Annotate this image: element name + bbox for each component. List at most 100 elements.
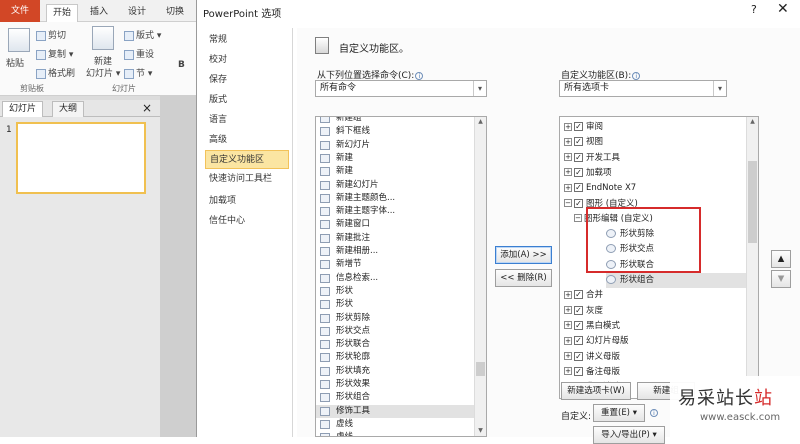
ribbon-tree-item[interactable]: − 图形编辑 (自定义) [574, 212, 746, 227]
tab-insert[interactable]: 插入 [86, 4, 112, 22]
tab-outline[interactable]: 大纲 [52, 101, 85, 117]
expand-icon[interactable]: + [564, 137, 572, 146]
remove-button[interactable]: << 删除(R) [495, 269, 552, 287]
checkbox[interactable]: ✓ [574, 290, 583, 300]
tab-design[interactable]: 设计 [124, 4, 150, 22]
paste-icon[interactable] [8, 28, 30, 52]
expand-icon[interactable]: + [564, 336, 572, 345]
new-slide-icon[interactable] [92, 26, 114, 50]
command-item[interactable]: 新建相册... [316, 245, 486, 258]
reset-button[interactable]: 重设 [124, 47, 154, 60]
command-item[interactable]: 新建 [316, 165, 486, 178]
command-item[interactable]: 信息检索... [316, 272, 486, 285]
checkbox[interactable]: ✓ [574, 183, 583, 193]
collapse-icon[interactable]: − [574, 214, 582, 223]
ribbon-tree-item[interactable]: + ✓ 讲义母版 [564, 350, 746, 365]
ribbon-tree-item[interactable]: 形状联合 [606, 258, 746, 273]
commands-list[interactable]: 新建组斜下框线新幻灯片新建新建新建幻灯片▸新建主题颜色...新建主题字体...新… [315, 116, 487, 437]
command-item[interactable]: 修饰工具▸ [316, 404, 486, 418]
scroll-up-icon[interactable]: ▲ [747, 117, 758, 127]
command-item[interactable]: 形状组合 [316, 391, 486, 404]
checkbox[interactable]: ✓ [574, 366, 583, 376]
nav-trust-center[interactable]: 信任中心 [205, 212, 289, 231]
command-item[interactable]: 新建窗口 [316, 218, 486, 231]
slide-thumbnail[interactable] [16, 122, 146, 194]
tab-file[interactable]: 文件 [0, 0, 40, 22]
chevron-down-icon[interactable]: ▾ [473, 81, 486, 96]
command-item[interactable]: 新建主题字体... [316, 205, 486, 218]
nav-general[interactable]: 常规 [205, 31, 289, 50]
customize-ribbon-select[interactable]: 所有选项卡 ▾ [559, 80, 727, 97]
help-icon[interactable]: ? [751, 3, 757, 16]
command-item[interactable]: 新建主题颜色... [316, 192, 486, 205]
command-item[interactable]: 形状填充▸ [316, 365, 486, 378]
nav-layout[interactable]: 版式 [205, 91, 289, 110]
ribbon-tree-item[interactable]: + ✓ 幻灯片母版 [564, 334, 746, 349]
command-item[interactable]: 形状联合 [316, 338, 486, 351]
checkbox[interactable]: ✓ [574, 320, 583, 330]
command-item[interactable]: 新建批注 [316, 232, 486, 245]
checkbox[interactable]: ✓ [574, 152, 583, 162]
expand-icon[interactable]: + [564, 321, 572, 330]
tab-slides[interactable]: 幻灯片 [2, 101, 44, 117]
expand-icon[interactable]: + [564, 367, 572, 376]
checkbox[interactable]: ✓ [574, 137, 583, 147]
new-slide-label-2[interactable]: 幻灯片 ▾ [86, 66, 120, 79]
chevron-down-icon[interactable]: ▾ [713, 81, 726, 96]
nav-quick-access-toolbar[interactable]: 快速访问工具栏 [205, 170, 289, 189]
command-item[interactable]: 形状▸ [316, 298, 486, 311]
expand-icon[interactable]: + [564, 352, 572, 360]
ribbon-tree-item[interactable]: + ✓ 合并 [564, 288, 746, 303]
ribbon-tree-item[interactable]: − ✓ 图形 (自定义) [564, 197, 746, 212]
bold-button[interactable]: B [178, 60, 185, 70]
section-button[interactable]: 节 ▾ [124, 66, 152, 79]
expand-icon[interactable]: + [564, 153, 572, 162]
scroll-thumb[interactable] [748, 161, 757, 243]
ribbon-tree-item[interactable]: + ✓ 视图 [564, 135, 746, 150]
tab-home[interactable]: 开始 [46, 4, 79, 22]
command-item[interactable]: 形状剪除 [316, 312, 486, 325]
command-item[interactable]: 新建组 [316, 117, 486, 125]
command-item[interactable]: 新增节 [316, 258, 486, 271]
ribbon-tree-item[interactable]: 形状剪除 [606, 227, 746, 242]
nav-customize-ribbon[interactable]: 自定义功能区 [205, 150, 289, 169]
command-item[interactable]: 形状交点 [316, 325, 486, 338]
nav-save[interactable]: 保存 [205, 71, 289, 90]
layout-button[interactable]: 版式 ▾ [124, 28, 161, 41]
command-item[interactable]: 新建幻灯片▸ [316, 179, 486, 192]
close-icon[interactable]: ✕ [777, 1, 789, 17]
collapse-icon[interactable]: − [564, 199, 572, 207]
expand-icon[interactable]: + [564, 183, 572, 192]
checkbox[interactable]: ✓ [574, 336, 583, 346]
import-export-button[interactable]: 导入/导出(P) ▾ [593, 426, 665, 444]
checkbox[interactable]: ✓ [574, 198, 583, 208]
ribbon-tree-item[interactable]: 形状交点 [606, 242, 746, 257]
add-button[interactable]: 添加(A) >> [495, 246, 552, 264]
checkbox[interactable]: ✓ [574, 167, 583, 177]
ribbon-tree-item[interactable]: + ✓ 加载项 [564, 166, 746, 181]
scroll-up-icon[interactable]: ▲ [475, 117, 486, 127]
nav-add-ins[interactable]: 加载项 [205, 192, 289, 211]
command-item[interactable]: 虚线▸ [316, 431, 486, 436]
command-item[interactable]: 形状轮廓▸ [316, 351, 486, 364]
move-down-button[interactable]: ▼ [771, 270, 791, 288]
checkbox[interactable]: ✓ [574, 351, 583, 361]
ribbon-tree-item[interactable]: + ✓ EndNote X7 [564, 181, 746, 196]
move-up-button[interactable]: ▲ [771, 250, 791, 268]
cut-button[interactable]: 剪切 [36, 28, 66, 41]
checkbox[interactable]: ✓ [574, 305, 583, 315]
ribbon-tree-item[interactable]: + ✓ 审阅 [564, 120, 746, 135]
ribbon-tree-item[interactable]: 形状组合 [606, 273, 746, 289]
command-item[interactable]: 新建 [316, 152, 486, 165]
reset-dropdown-button[interactable]: 重置(E) ▾ [593, 404, 645, 422]
expand-icon[interactable]: + [564, 122, 572, 131]
scroll-down-icon[interactable]: ▼ [475, 426, 486, 436]
checkbox[interactable]: ✓ [574, 122, 583, 131]
command-item[interactable]: 新幻灯片 [316, 139, 486, 152]
copy-button[interactable]: 复制 ▾ [36, 47, 73, 60]
tab-transitions[interactable]: 切换 [162, 4, 188, 22]
ribbon-tree-scrollbar[interactable]: ▲ ▼ [746, 117, 758, 398]
command-item[interactable]: 形状效果▸ [316, 378, 486, 391]
format-painter-button[interactable]: 格式刷 [36, 66, 75, 79]
paste-button[interactable]: 粘贴 [6, 56, 24, 69]
